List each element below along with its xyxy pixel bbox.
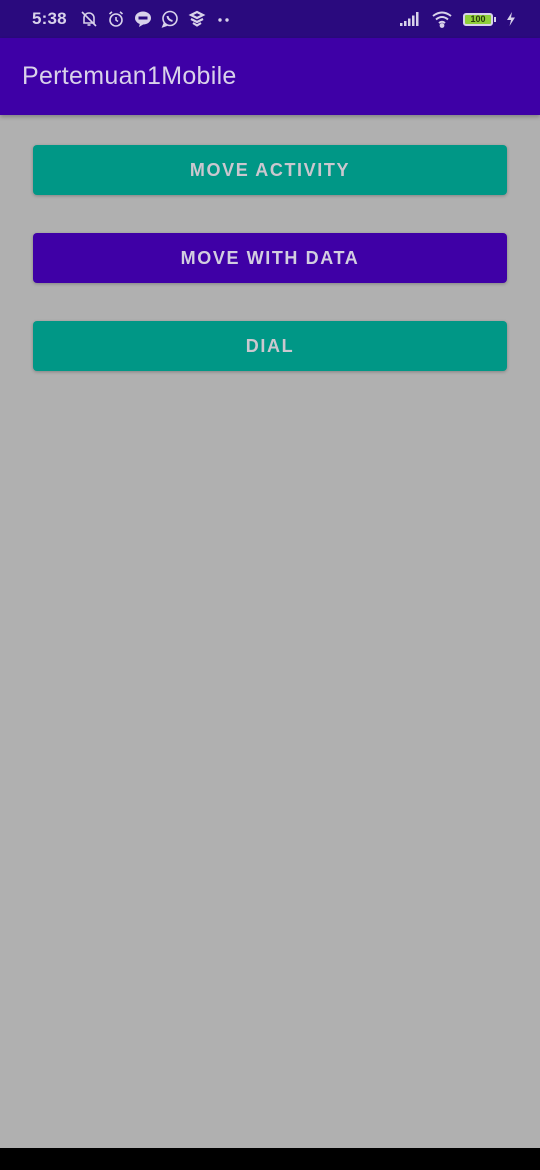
dial-button[interactable]: DIAL — [33, 321, 507, 371]
move-activity-button[interactable]: MOVE ACTIVITY — [33, 145, 507, 195]
move-with-data-button[interactable]: MOVE WITH DATA — [33, 233, 507, 283]
status-right: 100 — [399, 10, 516, 28]
battery-icon: 100 — [463, 12, 496, 26]
charging-icon — [506, 10, 516, 28]
signal-icon — [399, 10, 421, 28]
more-dots-icon — [215, 10, 233, 28]
status-time: 5:38 — [32, 9, 67, 28]
navigation-bar — [0, 1148, 540, 1170]
wifi-icon — [431, 10, 453, 28]
alarm-icon — [107, 10, 125, 28]
status-left: 5:38 — [32, 9, 399, 29]
battery-level: 100 — [463, 12, 493, 26]
line-icon — [134, 10, 152, 28]
whatsapp-icon — [161, 10, 179, 28]
bell-muted-icon — [80, 10, 98, 28]
status-bar: 5:38 100 — [0, 0, 540, 38]
app-bar: Pertemuan1Mobile — [0, 38, 540, 115]
battery-tip — [494, 16, 496, 22]
app-icon — [188, 10, 206, 28]
app-title: Pertemuan1Mobile — [22, 62, 237, 90]
